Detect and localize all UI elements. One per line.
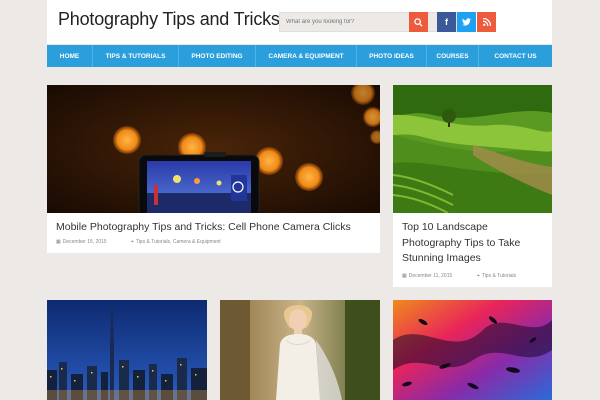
- post-card-wedding[interactable]: [220, 300, 380, 400]
- search-button[interactable]: [409, 12, 428, 32]
- post-thumbnail[interactable]: [47, 300, 207, 400]
- nav-tips-tutorials[interactable]: TIPS & TUTORIALS: [93, 45, 179, 67]
- post-thumbnail[interactable]: [47, 85, 380, 213]
- calendar-icon: ▦: [56, 239, 61, 245]
- site-title[interactable]: Photography Tips and Tricks: [58, 9, 280, 30]
- rss-button[interactable]: rss: [477, 12, 496, 32]
- post-thumbnail[interactable]: [220, 300, 380, 400]
- post-title[interactable]: Mobile Photography Tips and Tricks: Cell…: [56, 220, 376, 236]
- post-date-text: December 11, 2015: [408, 273, 453, 279]
- post-thumbnail[interactable]: [393, 300, 552, 400]
- nav-home[interactable]: HOME: [47, 45, 93, 67]
- rss-icon: [482, 18, 491, 26]
- nav-courses[interactable]: COURSES: [427, 45, 479, 67]
- calendar-icon: ▦: [402, 273, 407, 279]
- facebook-button[interactable]: f: [437, 12, 456, 32]
- abstract-color-image: [393, 300, 552, 400]
- nav-camera-equipment[interactable]: CAMERA & EQUIPMENT: [256, 45, 357, 67]
- post-card-featured[interactable]: Mobile Photography Tips and Tricks: Cell…: [47, 85, 380, 253]
- search-box: [279, 12, 458, 32]
- post-card-landscape[interactable]: Top 10 Landscape Photography Tips to Tak…: [393, 85, 552, 287]
- post-title[interactable]: Top 10 Landscape Photography Tips to Tak…: [402, 220, 547, 267]
- nav-photo-ideas[interactable]: PHOTO IDEAS: [357, 45, 427, 67]
- bride-portrait-image: [220, 300, 380, 400]
- facebook-icon: f: [445, 17, 448, 27]
- nav-contact-us[interactable]: CONTACT US: [479, 45, 552, 67]
- landscape-image: [393, 85, 552, 213]
- phone-bokeh-image: [47, 85, 380, 213]
- post-categories: ⌖ Tips & Tutorials: [477, 273, 516, 279]
- post-categories-text[interactable]: Tips & Tutorials: [482, 273, 516, 279]
- post-thumbnail[interactable]: [393, 85, 552, 213]
- post-date-text: December 15, 2015: [62, 239, 107, 245]
- tag-icon: ⌖: [477, 273, 480, 279]
- post-date: ▦ December 11, 2015: [402, 273, 452, 279]
- post-categories-text[interactable]: Tips & Tutorials, Camera & Equipment: [136, 239, 221, 245]
- city-night-image: [47, 300, 207, 400]
- post-card-city[interactable]: [47, 300, 207, 400]
- twitter-button[interactable]: t: [457, 12, 476, 32]
- post-card-abstract[interactable]: [393, 300, 552, 400]
- tag-icon: ⌖: [131, 239, 134, 245]
- search-icon: [414, 17, 423, 27]
- search-input[interactable]: [280, 13, 458, 31]
- post-categories: ⌖ Tips & Tutorials, Camera & Equipment: [131, 239, 221, 245]
- post-date: ▦ December 15, 2015: [56, 239, 107, 245]
- nav-photo-editing[interactable]: PHOTO EDITING: [179, 45, 256, 67]
- twitter-icon: [462, 18, 471, 26]
- main-nav: HOME TIPS & TUTORIALS PHOTO EDITING CAME…: [47, 45, 552, 67]
